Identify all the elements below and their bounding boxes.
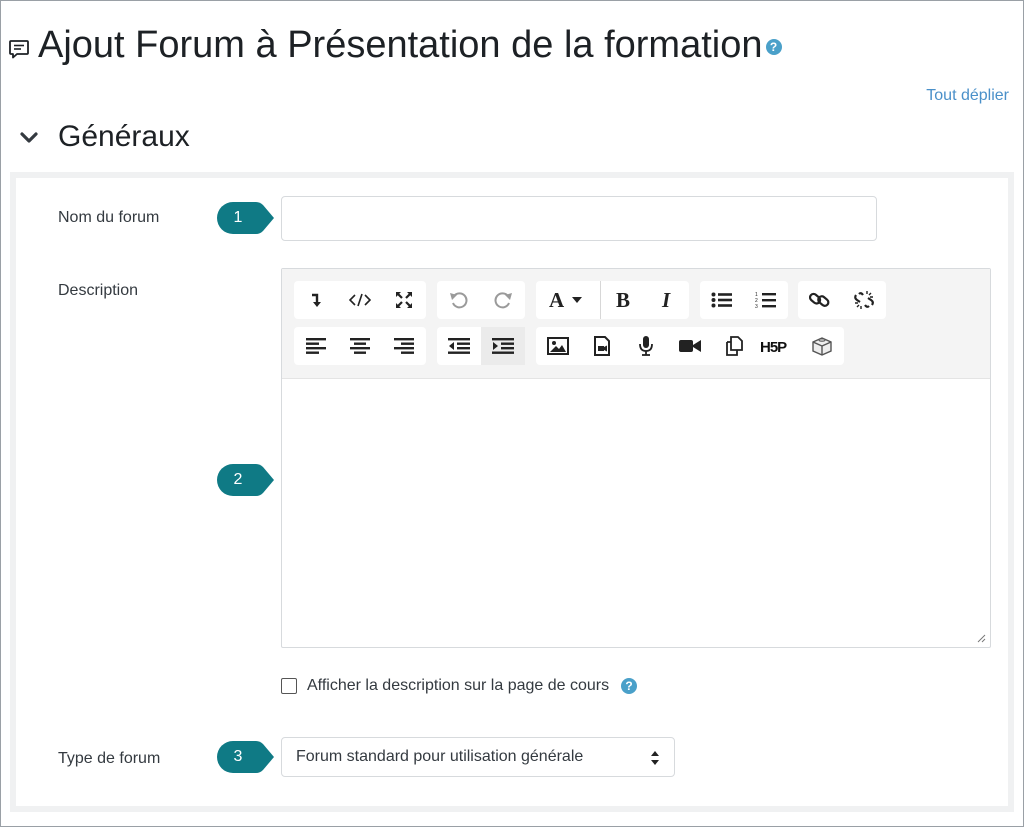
show-description-row: Afficher la description sur la page de c… xyxy=(281,677,638,695)
undo-icon[interactable] xyxy=(437,281,481,319)
ordered-list-icon[interactable]: 123 xyxy=(744,281,788,319)
callout-number: 2 xyxy=(233,471,243,488)
section-title: Généraux xyxy=(58,120,190,153)
expand-all-link[interactable]: Tout déplier xyxy=(926,87,1009,105)
callout-number: 3 xyxy=(233,748,243,765)
svg-text:I: I xyxy=(661,290,671,310)
link-icon[interactable] xyxy=(798,281,842,319)
italic-icon[interactable]: I xyxy=(645,281,689,319)
question-circle-icon[interactable]: ? xyxy=(621,678,638,694)
indent-icon[interactable] xyxy=(481,327,525,365)
toolbar-group xyxy=(437,281,525,319)
h5p-text: H5P xyxy=(760,339,787,354)
emoji-block-icon[interactable] xyxy=(800,327,844,365)
show-description-checkbox[interactable] xyxy=(281,678,297,694)
callout-marker-1: 1 xyxy=(216,201,276,235)
align-right-icon[interactable] xyxy=(382,327,426,365)
unlink-icon[interactable] xyxy=(842,281,886,319)
toolbar-group: H5P xyxy=(536,327,844,365)
collapse-icon[interactable] xyxy=(294,281,338,319)
unordered-list-icon[interactable] xyxy=(700,281,744,319)
editor-toolbar: A B I 123 H5P xyxy=(282,269,990,379)
outdent-icon[interactable] xyxy=(437,327,481,365)
manage-files-icon[interactable] xyxy=(712,327,756,365)
align-center-icon[interactable] xyxy=(338,327,382,365)
svg-text:A: A xyxy=(549,290,565,310)
toolbar-group xyxy=(294,281,426,319)
media-icon[interactable] xyxy=(580,327,624,365)
svg-text:B: B xyxy=(616,290,630,310)
toolbar-group xyxy=(798,281,886,319)
forum-type-selected-value: Forum standard pour utilisation générale xyxy=(296,748,584,765)
resize-handle-icon[interactable] xyxy=(976,633,986,643)
description-editor[interactable]: A B I 123 H5P xyxy=(281,268,991,648)
forum-name-label: Nom du forum xyxy=(58,209,160,226)
toolbar-group: A B I xyxy=(536,281,689,319)
page-title: Ajout Forum à Présentation de la formati… xyxy=(38,24,763,66)
record-video-icon[interactable] xyxy=(668,327,712,365)
font-color-icon[interactable]: A xyxy=(536,281,600,319)
forum-icon xyxy=(9,40,29,59)
bold-icon[interactable]: B xyxy=(601,281,645,319)
fullscreen-icon[interactable] xyxy=(382,281,426,319)
html-icon[interactable] xyxy=(338,281,382,319)
forum-type-select[interactable]: Forum standard pour utilisation générale xyxy=(281,737,675,777)
h5p-icon[interactable]: H5P xyxy=(756,327,800,365)
callout-marker-2: 2 xyxy=(216,463,276,497)
redo-icon[interactable] xyxy=(481,281,525,319)
description-label: Description xyxy=(58,282,139,299)
callout-marker-3: 3 xyxy=(216,740,276,774)
svg-text:3: 3 xyxy=(755,304,758,309)
question-circle-icon[interactable]: ? xyxy=(765,39,782,55)
page-header: Ajout Forum à Présentation de la formati… xyxy=(8,22,782,68)
toolbar-group: 123 xyxy=(700,281,788,319)
select-arrows-icon xyxy=(651,751,659,765)
record-audio-icon[interactable] xyxy=(624,327,668,365)
section-header[interactable]: Généraux xyxy=(18,120,190,154)
image-icon[interactable] xyxy=(536,327,580,365)
show-description-label: Afficher la description sur la page de c… xyxy=(307,677,610,694)
toolbar-group xyxy=(437,327,525,365)
align-left-icon[interactable] xyxy=(294,327,338,365)
callout-number: 1 xyxy=(233,209,243,226)
chevron-down-icon[interactable] xyxy=(18,126,40,148)
toolbar-group xyxy=(294,327,426,365)
forum-name-input[interactable] xyxy=(281,196,877,241)
forum-type-label: Type de forum xyxy=(58,750,161,767)
